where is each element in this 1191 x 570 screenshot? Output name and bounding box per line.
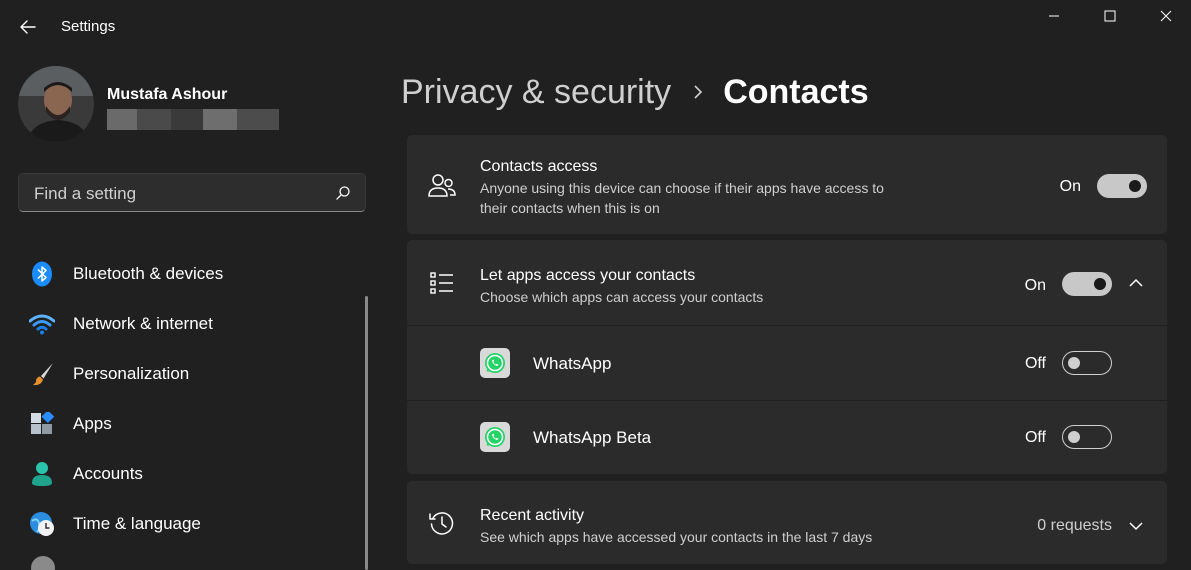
brush-icon	[29, 361, 55, 387]
chevron-right-icon	[693, 84, 703, 100]
recent-activity-count: 0 requests	[1037, 517, 1112, 534]
apps-access-desc: Choose which apps can access your contac…	[480, 289, 764, 305]
apps-access-toggle[interactable]	[1062, 272, 1112, 296]
nav-label: Personalization	[73, 364, 190, 383]
page-title: Contacts	[723, 72, 869, 111]
search-box[interactable]	[18, 173, 366, 212]
app-state: Off	[1024, 355, 1046, 372]
avatar[interactable]	[18, 66, 94, 142]
list-icon	[428, 269, 456, 297]
recent-activity-title: Recent activity	[480, 507, 585, 524]
app-row-whatsapp: WhatsApp Off	[407, 326, 1167, 400]
apps-access-state: On	[1024, 277, 1046, 294]
toggle-knob	[1129, 180, 1141, 192]
nav-label: Accounts	[73, 464, 143, 483]
nav-item-apps[interactable]: Apps	[22, 405, 362, 443]
nav-label: Time & language	[73, 514, 201, 533]
user-email-redacted	[107, 109, 279, 130]
nav-item-partial-icon	[29, 556, 57, 570]
window-title: Settings	[61, 18, 116, 35]
minimize-icon	[1049, 15, 1059, 17]
apps-access-header[interactable]: Let apps access your contacts Choose whi…	[407, 240, 1167, 325]
close-icon	[1160, 10, 1172, 22]
app-name: WhatsApp Beta	[533, 428, 652, 447]
apps-access-title: Let apps access your contacts	[480, 267, 696, 284]
toggle-knob	[1068, 431, 1080, 443]
contacts-access-toggle[interactable]	[1097, 174, 1147, 198]
contacts-access-title: Contacts access	[480, 158, 598, 175]
whatsapp-toggle[interactable]	[1062, 351, 1112, 375]
back-arrow-icon	[20, 20, 36, 34]
history-icon	[428, 509, 456, 537]
maximize-icon	[1104, 10, 1116, 22]
person-icon	[29, 461, 55, 487]
whatsapp-beta-icon	[480, 422, 510, 452]
user-name: Mustafa Ashour	[107, 86, 228, 103]
maximize-button[interactable]	[1087, 0, 1133, 32]
nav-label: Network & internet	[73, 314, 213, 333]
search-input[interactable]	[32, 182, 326, 206]
nav-label: Bluetooth & devices	[73, 264, 224, 283]
contacts-access-desc-line1: Anyone using this device can choose if t…	[480, 180, 884, 196]
contacts-access-card: Contacts access Anyone using this device…	[407, 135, 1167, 234]
nav-label: Apps	[73, 414, 112, 433]
breadcrumb-parent[interactable]: Privacy & security	[401, 73, 671, 112]
bluetooth-icon	[29, 261, 55, 287]
contacts-access-state: On	[1059, 178, 1081, 195]
chevron-down-icon	[1128, 519, 1144, 531]
toggle-knob	[1094, 278, 1106, 290]
back-button[interactable]	[14, 14, 42, 40]
wifi-icon	[29, 311, 55, 337]
breadcrumb: Privacy & security Contacts	[401, 70, 869, 114]
apps-access-card: Let apps access your contacts Choose whi…	[407, 240, 1167, 474]
nav-scrollbar[interactable]	[365, 296, 368, 570]
app-row-whatsapp-beta: WhatsApp Beta Off	[407, 401, 1167, 474]
contacts-access-desc-line2: their contacts when this is on	[480, 200, 660, 216]
nav-item-bluetooth-devices[interactable]: Bluetooth & devices	[22, 255, 362, 293]
chevron-up-icon[interactable]	[1128, 276, 1144, 288]
search-icon[interactable]	[335, 185, 351, 201]
recent-activity-card[interactable]: Recent activity See which apps have acce…	[407, 481, 1167, 564]
whatsapp-beta-toggle[interactable]	[1062, 425, 1112, 449]
people-icon	[428, 172, 456, 200]
nav-item-accounts[interactable]: Accounts	[22, 455, 362, 493]
profile-photo	[18, 66, 94, 142]
app-name: WhatsApp	[533, 354, 612, 373]
clock-globe-icon	[29, 511, 55, 537]
recent-activity-desc: See which apps have accessed your contac…	[480, 529, 873, 545]
nav-item-network-internet[interactable]: Network & internet	[22, 305, 362, 343]
app-state: Off	[1024, 429, 1046, 446]
apps-icon	[29, 411, 55, 437]
nav-item-time-language[interactable]: Time & language	[22, 505, 362, 543]
nav-item-personalization[interactable]: Personalization	[22, 355, 362, 393]
close-button[interactable]	[1143, 0, 1189, 32]
minimize-button[interactable]	[1031, 0, 1077, 32]
toggle-knob	[1068, 357, 1080, 369]
whatsapp-icon	[480, 348, 510, 378]
